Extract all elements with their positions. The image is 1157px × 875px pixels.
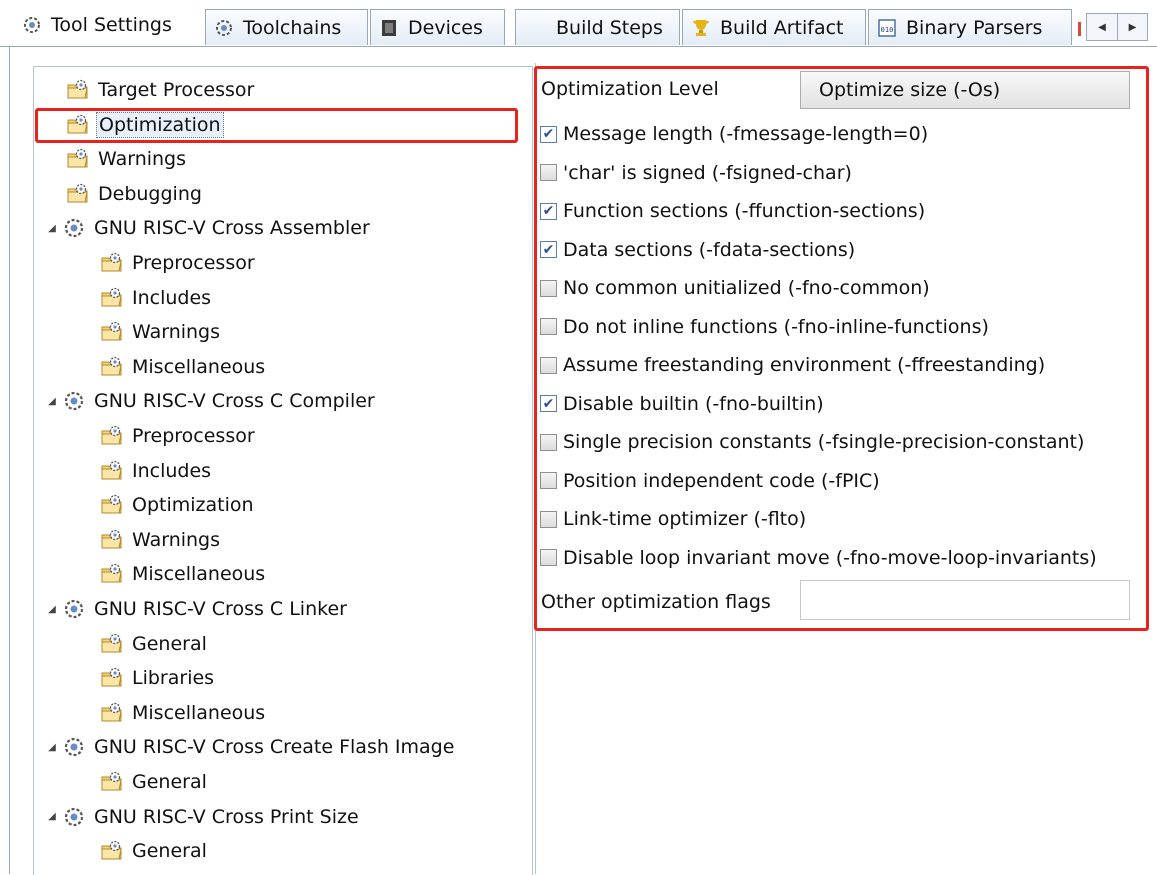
folder-gear-icon bbox=[101, 356, 122, 376]
settings-tree[interactable]: Target Processor Optimization Warnings Debu… bbox=[33, 66, 533, 875]
tree-item[interactable]: Miscellaneous bbox=[100, 352, 267, 382]
tree-item-label: General bbox=[132, 840, 207, 863]
tab-build-artifact[interactable]: Build Artifact bbox=[682, 9, 866, 45]
tab-label: Build Artifact bbox=[720, 16, 844, 39]
tree-item-label: GNU RISC-V Cross C Compiler bbox=[94, 390, 375, 413]
tree-item[interactable]: Includes bbox=[100, 283, 213, 313]
tree-item-label: Miscellaneous bbox=[132, 563, 266, 586]
folder-gear-icon bbox=[101, 495, 122, 514]
folder-gear-icon bbox=[101, 287, 122, 307]
tree-item-label: GNU RISC-V Cross Assembler bbox=[94, 217, 370, 240]
tree-item-label: GNU RISC-V Cross Print Size bbox=[94, 805, 359, 828]
tree-node[interactable]: ◢ GNU RISC-V Cross Create Flash Image bbox=[42, 732, 456, 762]
folder-gear-icon bbox=[101, 668, 122, 687]
gear-icon bbox=[64, 219, 84, 238]
tree-item[interactable]: General bbox=[100, 767, 209, 797]
tree-node[interactable]: ◢ GNU RISC-V Cross C Compiler bbox=[42, 386, 377, 416]
tree-item[interactable]: Optimization bbox=[100, 490, 256, 520]
folder-gear-icon bbox=[101, 425, 122, 445]
tree-node[interactable]: ◢ GNU RISC-V Cross C Linker bbox=[42, 594, 349, 624]
tree-item-label: Preprocessor bbox=[132, 252, 255, 274]
tree-item-label: Miscellaneous bbox=[132, 701, 266, 724]
tree-item[interactable]: Preprocessor bbox=[100, 248, 257, 278]
expand-triangle-icon[interactable]: ◢ bbox=[42, 811, 62, 822]
gear-icon bbox=[64, 599, 84, 619]
tab-scroll-buttons: ◀ ▶ bbox=[1086, 13, 1148, 41]
folder-gear-icon bbox=[101, 633, 122, 653]
tab-divider bbox=[0, 46, 1157, 47]
tree-item[interactable]: Includes bbox=[100, 456, 213, 486]
tree-item[interactable]: General bbox=[100, 836, 209, 866]
tab-overflow-edge bbox=[1078, 22, 1081, 36]
tab-scroll-left-button[interactable]: ◀ bbox=[1087, 14, 1117, 40]
frame-border bbox=[9, 46, 10, 874]
tree-item[interactable]: Debugging bbox=[66, 179, 204, 209]
tab-devices[interactable]: Devices bbox=[370, 9, 505, 45]
tree-item-label: GNU RISC-V Cross Create Flash Image bbox=[94, 736, 455, 759]
tree-item-label: Libraries bbox=[132, 667, 215, 690]
tab-label: Toolchains bbox=[243, 16, 342, 39]
expand-triangle-icon[interactable]: ◢ bbox=[42, 604, 62, 615]
tree-item-label: Warnings bbox=[132, 528, 221, 551]
tab-label: Binary Parsers bbox=[906, 16, 1043, 39]
tree-item-label: Includes bbox=[132, 459, 212, 482]
tree-item-label: General bbox=[132, 632, 207, 655]
svg-text:010: 010 bbox=[881, 26, 894, 34]
tree-item-label: GNU RISC-V Cross C Linker bbox=[94, 598, 347, 620]
tree-item[interactable]: Warnings bbox=[66, 144, 188, 174]
expand-triangle-icon[interactable]: ◢ bbox=[42, 223, 62, 234]
folder-gear-icon bbox=[101, 529, 122, 549]
expand-triangle-icon[interactable]: ◢ bbox=[42, 396, 62, 407]
tree-item-label: Includes bbox=[132, 286, 212, 309]
tree-item-label: Preprocessor bbox=[132, 425, 255, 447]
tree-item-label: Target Processor bbox=[98, 79, 255, 101]
tree-item-label: General bbox=[132, 771, 207, 793]
tree-item[interactable]: Miscellaneous bbox=[100, 698, 267, 728]
folder-gear-icon bbox=[101, 460, 122, 480]
tree-item-label: Miscellaneous bbox=[132, 355, 266, 378]
trophy-icon bbox=[693, 19, 709, 36]
folder-gear-icon bbox=[101, 841, 122, 860]
tab-scroll-right-button[interactable]: ▶ bbox=[1117, 14, 1147, 40]
tree-item[interactable]: Miscellaneous bbox=[100, 559, 267, 589]
gear-icon bbox=[64, 392, 84, 411]
tab-binary-parsers[interactable]: 010 Binary Parsers bbox=[868, 9, 1072, 45]
binary-icon: 010 bbox=[878, 18, 896, 37]
tab-label: Build Steps bbox=[556, 16, 663, 39]
tab-tool-settings[interactable]: Tool Settings bbox=[0, 3, 205, 47]
tree-node[interactable]: ◢ GNU RISC-V Cross Print Size bbox=[42, 802, 361, 832]
highlight-box-tree bbox=[35, 108, 518, 143]
tree-item-label: Debugging bbox=[98, 182, 202, 205]
folder-gear-icon bbox=[67, 79, 88, 99]
gear-icon bbox=[24, 17, 40, 33]
tab-build-steps[interactable]: Build Steps bbox=[515, 9, 680, 45]
tab-label: Tool Settings bbox=[51, 14, 172, 36]
tree-item[interactable]: Target Processor bbox=[66, 75, 256, 105]
tab-bar: Tool Settings Toolchains Devices Build S… bbox=[0, 0, 1157, 52]
gear-icon bbox=[64, 807, 84, 826]
tree-item-label: Warnings bbox=[98, 148, 187, 171]
gear-icon bbox=[64, 738, 84, 757]
tab-label: Devices bbox=[408, 16, 483, 39]
tree-item[interactable]: General bbox=[100, 629, 209, 659]
tree-item[interactable]: Warnings bbox=[100, 525, 222, 555]
folder-gear-icon bbox=[101, 322, 122, 341]
expand-triangle-icon[interactable]: ◢ bbox=[42, 742, 62, 753]
gear-icon bbox=[216, 19, 232, 36]
folder-gear-icon bbox=[101, 702, 122, 722]
folder-gear-icon bbox=[101, 771, 122, 791]
tree-item[interactable]: Preprocessor bbox=[100, 421, 257, 451]
folder-gear-icon bbox=[67, 183, 88, 203]
folder-gear-icon bbox=[101, 564, 122, 583]
chip-icon bbox=[382, 19, 396, 36]
tree-item[interactable]: Warnings bbox=[100, 317, 222, 347]
folder-gear-icon bbox=[101, 252, 122, 272]
tab-toolchains[interactable]: Toolchains bbox=[205, 9, 368, 45]
highlight-box-options bbox=[534, 66, 1149, 631]
tree-node[interactable]: ◢ GNU RISC-V Cross Assembler bbox=[42, 213, 372, 243]
tree-item-label: Warnings bbox=[132, 321, 221, 344]
tree-item[interactable]: Libraries bbox=[100, 663, 216, 693]
tree-item-label: Optimization bbox=[132, 494, 254, 517]
folder-gear-icon bbox=[67, 149, 88, 168]
